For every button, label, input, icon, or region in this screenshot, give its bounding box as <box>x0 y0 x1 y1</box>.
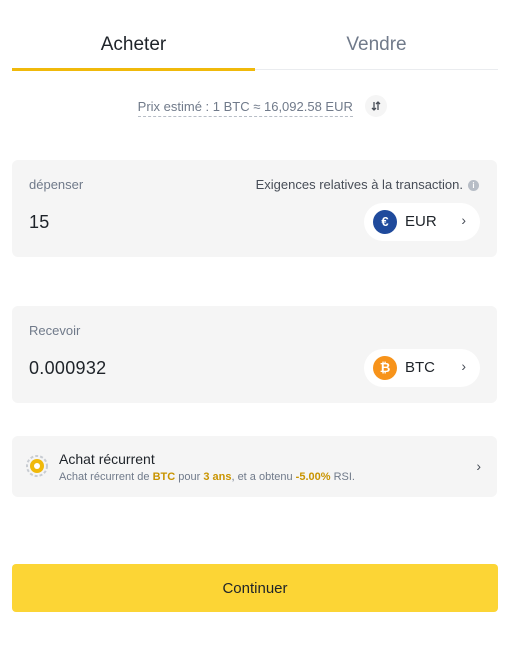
swap-direction-button[interactable] <box>365 95 388 117</box>
tab-buy[interactable]: Acheter <box>12 20 255 70</box>
info-icon: i <box>468 180 479 192</box>
recurring-title: Achat récurrent <box>59 451 155 467</box>
spend-currency-code: EUR <box>405 213 437 230</box>
transaction-requirements-label: Exigences relatives à la transaction. <box>255 177 463 192</box>
continue-button[interactable]: Continuer <box>12 564 498 612</box>
receive-label: Recevoir <box>29 323 81 338</box>
chevron-right-icon: › <box>461 358 466 374</box>
recurring-return: -5.00% <box>295 471 331 483</box>
spend-amount-input[interactable]: 15 <box>29 212 50 233</box>
recurring-period: 3 ans <box>203 471 232 483</box>
bitcoin-icon: ₿ <box>373 356 397 380</box>
price-estimate-row: Prix estimé : 1 BTC ≈ 16,092.58 EUR <box>0 95 525 120</box>
receive-currency-code: BTC <box>405 359 435 376</box>
tab-sell[interactable]: Vendre <box>255 20 498 70</box>
recurring-coin: BTC <box>152 471 176 483</box>
trade-tabs: Acheter Vendre <box>12 20 498 72</box>
recurring-clock-icon <box>26 455 48 477</box>
recurring-buy-banner[interactable]: Achat récurrent Achat récurrent de BTC p… <box>12 436 497 497</box>
spend-label: dépenser <box>29 177 84 192</box>
chevron-right-icon: › <box>476 458 481 474</box>
chevron-right-icon: › <box>461 212 466 228</box>
price-estimate: Prix estimé : 1 BTC ≈ 16,092.58 EUR <box>137 99 353 118</box>
euro-icon: € <box>373 210 397 234</box>
receive-currency-selector[interactable]: ₿ BTC › <box>364 349 480 387</box>
swap-arrows-icon <box>371 101 381 111</box>
continue-label: Continuer <box>222 580 288 597</box>
spend-currency-selector[interactable]: € EUR › <box>364 203 480 241</box>
active-tab-indicator <box>12 68 255 71</box>
tab-divider <box>255 69 498 70</box>
transaction-requirements-link[interactable]: Exigences relatives à la transaction. i <box>256 177 479 192</box>
recurring-description: Achat récurrent de BTC pour 3 ans, et a … <box>59 471 355 483</box>
receive-amount-input[interactable]: 0.000932 <box>29 358 106 379</box>
receive-card: Recevoir 0.000932 ₿ BTC › <box>12 306 497 403</box>
spend-card: dépenser Exigences relatives à la transa… <box>12 160 497 257</box>
